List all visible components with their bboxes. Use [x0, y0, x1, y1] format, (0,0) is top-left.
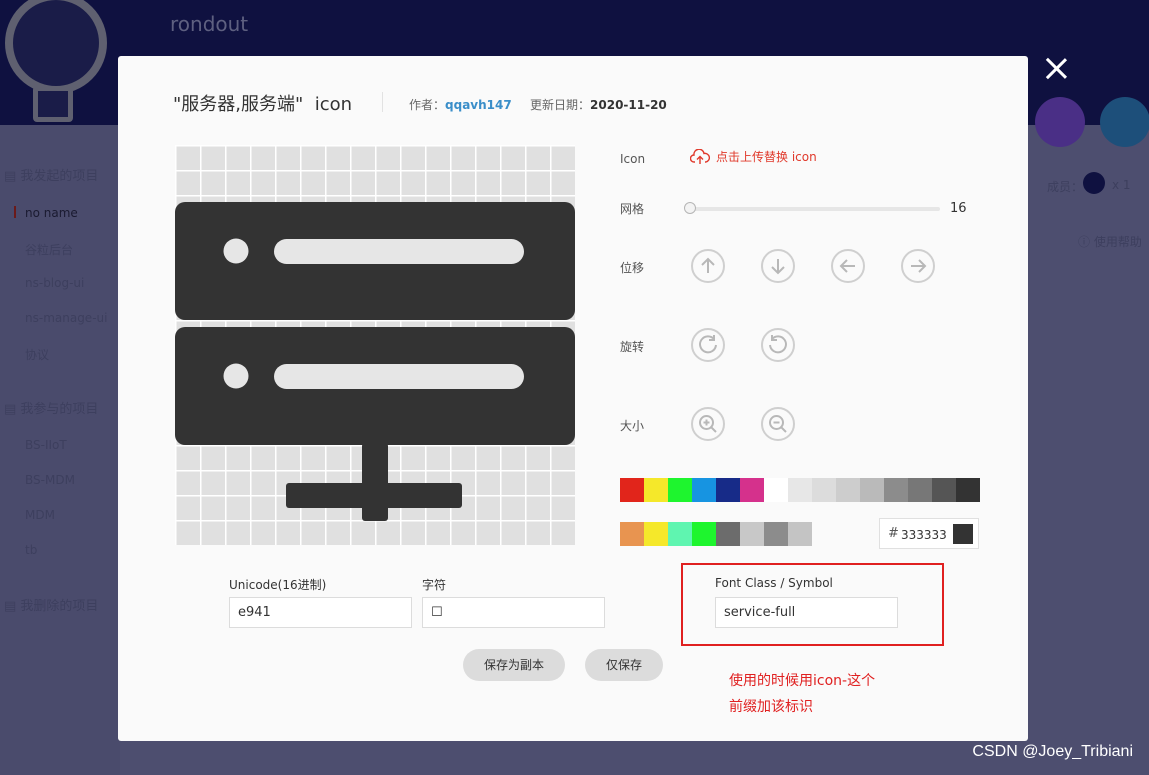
- unicode-input[interactable]: e941: [229, 597, 412, 628]
- author-info: 作者：qqavh147: [409, 96, 512, 113]
- size-label: 大小: [620, 419, 645, 433]
- sidebar-item[interactable]: BS-MDM: [25, 473, 75, 487]
- color-swatch[interactable]: [668, 522, 692, 546]
- color-swatch[interactable]: [716, 522, 740, 546]
- hex-hash: #: [888, 526, 899, 541]
- color-swatch[interactable]: [740, 478, 764, 502]
- grid-slider-handle[interactable]: [684, 202, 696, 214]
- rotate-label: 旋转: [620, 340, 645, 354]
- zoom-in-icon: [699, 415, 717, 433]
- sidebar-section-joined[interactable]: ▤ 我参与的项目: [4, 398, 98, 417]
- move-label: 位移: [620, 261, 645, 275]
- watermark: CSDN @Joey_Tribiani: [972, 743, 1133, 760]
- arrow-right-icon: [911, 259, 927, 273]
- title-divider: [382, 92, 383, 112]
- avatar-badge: [33, 86, 73, 122]
- color-swatch[interactable]: [932, 478, 956, 502]
- zoom-out-button[interactable]: [761, 407, 795, 441]
- move-right-button[interactable]: [901, 249, 935, 283]
- rotate-cw-button[interactable]: [691, 328, 725, 362]
- save-as-copy-button[interactable]: 保存为副本: [463, 649, 565, 681]
- sidebar-item[interactable]: MDM: [25, 508, 55, 522]
- color-swatch[interactable]: [716, 478, 740, 502]
- date-info: 更新日期：2020-11-20: [530, 96, 667, 113]
- sidebar-item[interactable]: BS-IIoT: [25, 438, 67, 452]
- color-swatch[interactable]: [620, 478, 644, 502]
- author-link[interactable]: qqavh147: [445, 98, 512, 112]
- close-icon[interactable]: [1042, 54, 1070, 82]
- move-down-button[interactable]: [761, 249, 795, 283]
- members-label: 成员：: [1047, 180, 1084, 194]
- server-icon: [175, 202, 575, 521]
- dialog-title: "服务器,服务端" icon: [173, 94, 353, 115]
- grid-value: 16: [950, 201, 967, 216]
- color-swatch[interactable]: [740, 522, 764, 546]
- members-count: x 1: [1112, 178, 1131, 192]
- highlight-annotation: [681, 563, 944, 646]
- zoom-out-icon: [769, 415, 787, 433]
- move-left-button[interactable]: [831, 249, 865, 283]
- sidebar-item[interactable]: tb: [25, 543, 37, 557]
- note-line-2: 前缀加该标识: [729, 699, 813, 715]
- color-swatch[interactable]: [908, 478, 932, 502]
- char-input[interactable]: ☐: [422, 597, 605, 628]
- color-swatch[interactable]: [620, 522, 644, 546]
- note-line-1: 使用的时候用icon-这个: [729, 673, 876, 689]
- sidebar-item[interactable]: ns-blog-ui: [25, 276, 84, 290]
- color-swatch[interactable]: [764, 522, 788, 546]
- color-swatch[interactable]: [956, 478, 980, 502]
- app-title: rondout: [170, 12, 249, 36]
- help-link[interactable]: ⓘ 使用帮助: [1078, 233, 1142, 250]
- color-swatch[interactable]: [812, 478, 836, 502]
- color-swatch[interactable]: [836, 478, 860, 502]
- sidebar-section-initiated[interactable]: ▤ 我发起的项目: [4, 165, 98, 184]
- date-label: 更新日期：: [530, 98, 591, 112]
- grid-label: 网格: [620, 202, 645, 216]
- char-label: 字符: [422, 578, 447, 592]
- unicode-label: Unicode(16进制): [229, 578, 327, 592]
- icon-label: Icon: [620, 152, 646, 166]
- annotation-note: 使用的时候用icon-这个 前缀加该标识: [729, 668, 875, 720]
- current-color-chip: [953, 524, 973, 544]
- sidebar-item[interactable]: 谷粒后台: [25, 241, 73, 258]
- grid-slider-track[interactable]: [688, 207, 940, 211]
- arrow-left-icon: [839, 259, 855, 273]
- rotate-ccw-button[interactable]: [761, 328, 795, 362]
- icon-edit-dialog: "服务器,服务端" icon 作者：qqavh147 更新日期：2020-11-…: [118, 56, 1028, 741]
- new-folder-button[interactable]: [1035, 97, 1085, 147]
- color-swatch[interactable]: [788, 522, 812, 546]
- color-swatch[interactable]: [668, 478, 692, 502]
- sort-button[interactable]: [1100, 97, 1149, 147]
- color-swatch[interactable]: [644, 522, 668, 546]
- color-swatch[interactable]: [692, 478, 716, 502]
- sidebar-section-deleted[interactable]: ▤ 我删除的项目: [4, 595, 98, 614]
- color-swatch[interactable]: [788, 478, 812, 502]
- arrow-down-icon: [771, 259, 785, 275]
- color-swatch[interactable]: [884, 478, 908, 502]
- sidebar-item[interactable]: no name: [25, 206, 78, 220]
- author-label: 作者：: [409, 98, 446, 112]
- color-swatch[interactable]: [764, 478, 788, 502]
- member-avatar[interactable]: [1083, 172, 1105, 194]
- rotate-ccw-icon: [769, 335, 787, 354]
- arrow-up-icon: [701, 257, 715, 273]
- sidebar-item[interactable]: 协议: [25, 346, 49, 363]
- sidebar-item[interactable]: ns-manage-ui: [25, 311, 107, 325]
- upload-button[interactable]: 点击上传替换 icon: [690, 148, 817, 165]
- hex-color-input[interactable]: # 333333: [879, 518, 979, 549]
- rotate-cw-icon: [699, 335, 717, 354]
- save-button[interactable]: 仅保存: [585, 649, 663, 681]
- hex-value: 333333: [901, 528, 947, 542]
- icon-editor-grid[interactable]: [175, 145, 575, 545]
- color-swatch[interactable]: [692, 522, 716, 546]
- zoom-in-button[interactable]: [691, 407, 725, 441]
- color-swatch[interactable]: [860, 478, 884, 502]
- color-swatch[interactable]: [644, 478, 668, 502]
- move-up-button[interactable]: [691, 249, 725, 283]
- cloud-upload-icon: [690, 148, 710, 164]
- date-value: 2020-11-20: [590, 98, 667, 112]
- active-marker: [14, 206, 16, 218]
